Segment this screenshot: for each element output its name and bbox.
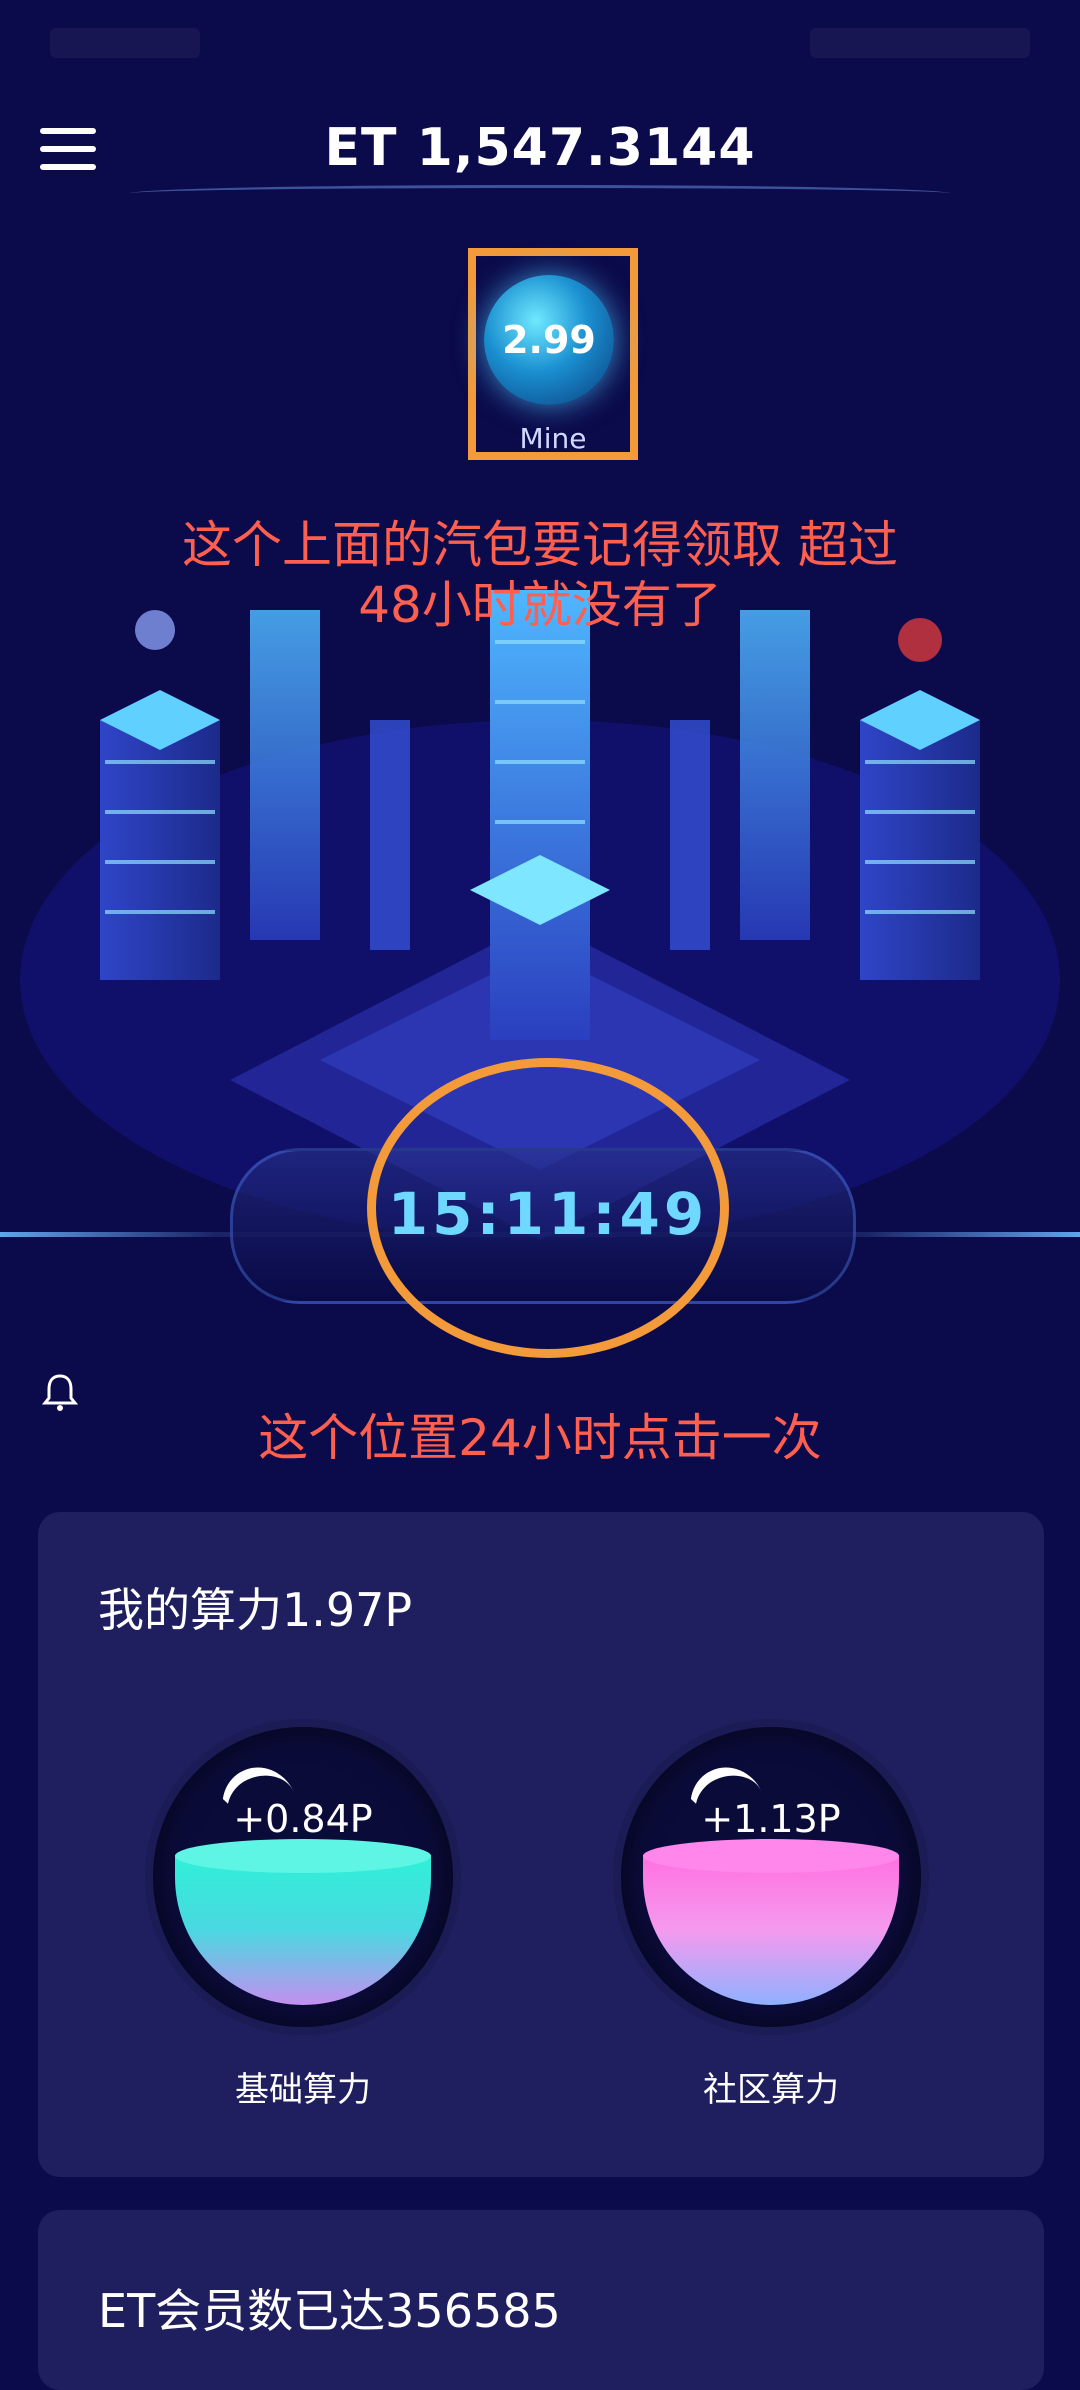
mine-value: 2.99: [502, 318, 596, 362]
community-hashpower-value: +1.13P: [701, 1797, 841, 1841]
annotation-top-line1: 这个上面的汽包要记得领取 超过: [182, 516, 898, 574]
base-hashpower-value: +0.84P: [233, 1797, 373, 1841]
status-bar: [0, 0, 1080, 110]
hashpower-card: 我的算力1.97P +0.84P 基础算力 +1.13P 社区算力: [38, 1512, 1044, 2177]
hashpower-title: 我的算力1.97P: [98, 1583, 413, 1637]
mine-bubble[interactable]: 2.99: [484, 275, 614, 405]
annotation-top-line2: 48小时就没有了: [358, 576, 722, 634]
status-right: [810, 28, 1030, 58]
bell-icon[interactable]: [38, 1370, 82, 1414]
base-hashpower-label: 基础算力: [235, 2070, 371, 2110]
members-title: ET会员数已达356585: [98, 2284, 561, 2338]
annotation-timer: 这个位置24小时点击一次: [258, 1409, 822, 1467]
annotation-top: 这个上面的汽包要记得领取 超过 48小时就没有了: [60, 515, 1020, 635]
community-hashpower-label: 社区算力: [703, 2070, 839, 2110]
countdown-timer[interactable]: 15:11:49: [367, 1180, 729, 1248]
status-left: [50, 28, 200, 58]
mine-label: Mine: [519, 422, 587, 455]
base-hashpower-orb[interactable]: +0.84P: [153, 1727, 453, 2027]
community-hashpower-orb[interactable]: +1.13P: [621, 1727, 921, 2027]
members-card: ET会员数已达356585: [38, 2210, 1044, 2390]
balance-title: ET 1,547.3144: [324, 118, 756, 178]
